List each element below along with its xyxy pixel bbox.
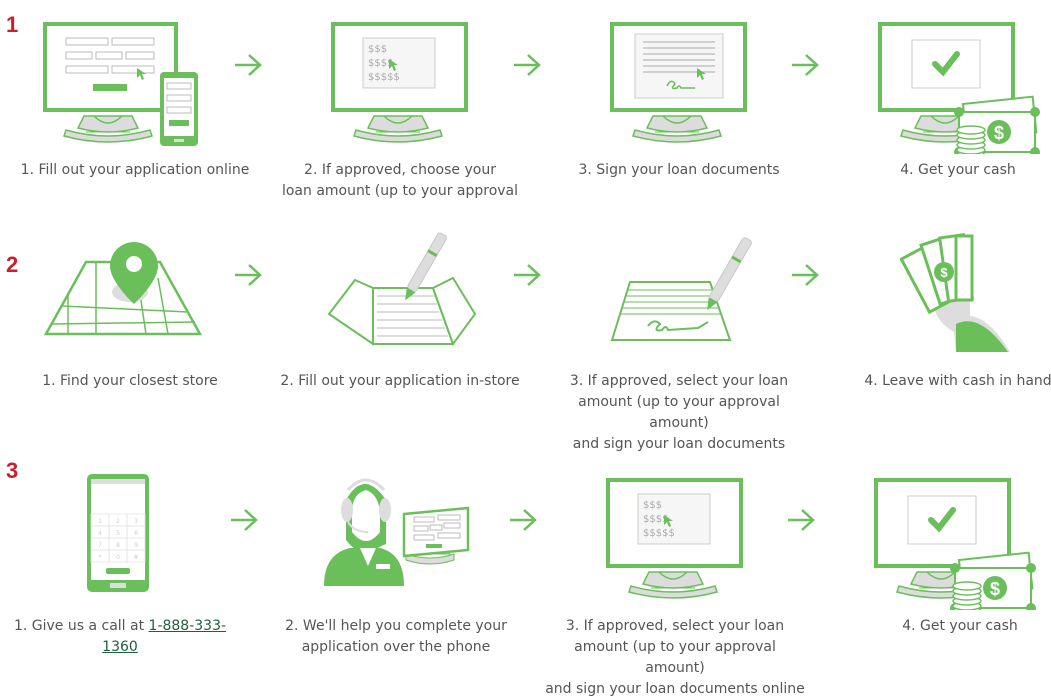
step-caption: 4. Leave with cash in hand — [864, 373, 1051, 389]
caption-line: 3. If approved, select your loan — [569, 373, 789, 389]
call-center-agent-icon — [324, 478, 470, 586]
arrow-right-icon — [786, 508, 815, 532]
arrow-right-icon — [508, 508, 537, 532]
dialpad-key-label: 8 — [116, 542, 120, 549]
dialpad-key-label: # — [133, 554, 138, 561]
step-caption: 3. If approved, select your loan amount … — [545, 616, 805, 700]
amount-option: $$$ — [368, 44, 387, 55]
arrow-right-icon — [233, 53, 262, 77]
dialpad: 1 2 3 4 5 6 7 8 9 * 0 # — [90, 513, 146, 563]
dialpad-key-label: 4 — [98, 530, 102, 537]
dialpad-key-label: 6 — [134, 530, 138, 537]
step-caption: 2. If approved, choose your loan amount … — [270, 160, 530, 202]
amount-option: $$$$$ — [643, 528, 675, 539]
smartphone-dialpad-icon: 1 2 3 4 5 6 7 8 9 * 0 # — [87, 474, 149, 592]
step-caption: 2. Fill out your application in-store — [280, 373, 520, 389]
caption-line: and sign your loan documents — [572, 436, 786, 452]
step-caption: 3. If approved, select your loan amount … — [549, 371, 809, 455]
caption-line: 3. If approved, select your loan — [565, 618, 785, 634]
hand-holding-cash-icon: $ — [900, 232, 1010, 352]
dialpad-key-label: 0 — [116, 554, 120, 561]
dialpad-key-label: 5 — [116, 530, 120, 537]
step-caption: 2. We'll help you complete your applicat… — [266, 616, 526, 658]
row-number-3: 3 — [6, 458, 19, 483]
caption-line: amount (up to your approval amount) — [578, 394, 780, 431]
dialpad-key-label: 9 — [134, 542, 138, 549]
caption-line: 2. If approved, choose your — [304, 162, 496, 178]
caption-line: loan amount (up to your approval — [281, 183, 519, 199]
monitor-check-cash-icon — [878, 22, 1041, 154]
monitor-check-cash-icon — [874, 478, 1037, 610]
step-caption: 4. Get your cash — [902, 618, 1018, 634]
pen-on-form-icon — [327, 232, 477, 347]
monitor-sign-document-icon — [610, 22, 747, 143]
monitor-loan-amount-icon: $$$ $$$$ $$$$$ — [606, 478, 743, 599]
caption-line: and sign your loan documents online — [545, 681, 805, 697]
caption-line: 2. We'll help you complete your — [285, 618, 507, 634]
step-caption: 3. Sign your loan documents — [578, 162, 780, 178]
step-caption: 4. Get your cash — [900, 162, 1016, 178]
monitor-and-phone-form-icon — [43, 22, 198, 146]
monitor-loan-amount-icon: $$$ $$$$ $$$$$ — [331, 22, 468, 143]
arrow-right-icon — [233, 263, 262, 287]
step-caption: 1. Find your closest store — [42, 373, 218, 389]
caption-line: application over the phone — [301, 639, 491, 655]
amount-option: $$$ — [643, 500, 662, 511]
arrow-right-icon — [790, 263, 819, 287]
step-caption: 1. Fill out your application online — [20, 162, 250, 178]
caption-line: amount (up to your approval amount) — [574, 639, 776, 676]
step-caption: 1. Give us a call at 1-888-333-1360 — [0, 616, 240, 658]
map-pin-icon — [43, 242, 203, 336]
dialpad-key-label: 2 — [116, 518, 120, 525]
arrow-right-icon — [512, 53, 541, 77]
dialpad-key-label: 7 — [98, 542, 102, 549]
svg-text:$: $ — [940, 265, 948, 280]
pen-signing-document-icon — [610, 237, 752, 341]
caption-prefix: 1. Give us a call at — [13, 618, 149, 634]
arrow-right-icon — [790, 53, 819, 77]
amount-option: $$$$$ — [368, 72, 400, 83]
arrow-right-icon — [229, 508, 258, 532]
dialpad-key-label: 3 — [134, 518, 138, 525]
dialpad-key-label: * — [99, 554, 102, 561]
arrow-right-icon — [512, 263, 541, 287]
dialpad-key-label: 1 — [98, 518, 102, 525]
row-number-1: 1 — [6, 12, 19, 37]
row-number-2: 2 — [6, 252, 19, 277]
